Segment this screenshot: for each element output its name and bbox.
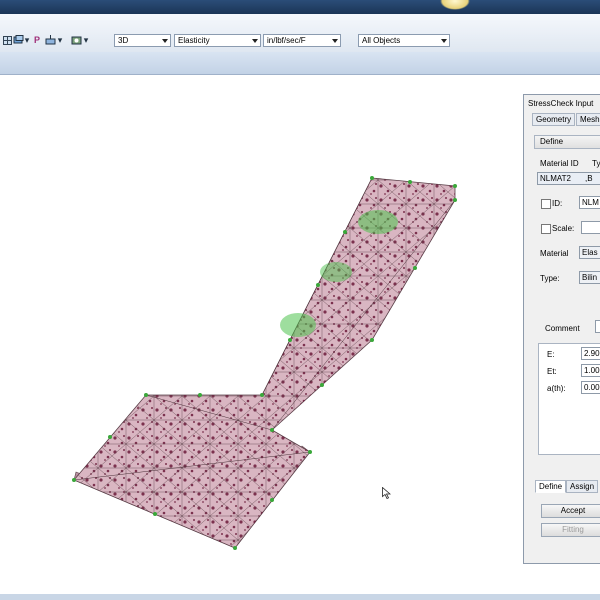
- type-label: Type:: [540, 274, 560, 283]
- object-filter-value: All Objects: [362, 36, 401, 45]
- analysis-type-value: Elasticity: [178, 36, 210, 45]
- model-viewport[interactable]: [0, 75, 520, 593]
- id-field[interactable]: NLM: [579, 196, 600, 209]
- chevron-down-icon[interactable]: ▾: [83, 34, 89, 46]
- tab-geometry[interactable]: Geometry: [532, 113, 576, 126]
- prop-name-e: E:: [547, 350, 555, 359]
- material-id-column-header: Material ID: [540, 159, 579, 168]
- scale-checkbox[interactable]: [541, 224, 551, 234]
- titlebar-decoration: [440, 0, 470, 10]
- layers-icon[interactable]: [12, 34, 24, 46]
- material-id-cell: NLMAT2: [540, 174, 571, 183]
- stress-hotspot: [358, 210, 398, 234]
- mouse-cursor-icon: [382, 486, 392, 501]
- prop-name-et: Et:: [547, 367, 557, 376]
- p-icon[interactable]: P: [33, 34, 41, 46]
- type-select[interactable]: Bilin: [579, 271, 600, 284]
- window-titlebar: [0, 0, 600, 14]
- define-dropdown[interactable]: Define: [534, 135, 600, 149]
- prop-value-ath[interactable]: 0.00: [581, 381, 600, 394]
- material-label: Material: [540, 249, 569, 258]
- fitting-button[interactable]: Fitting: [541, 523, 600, 537]
- comment-label: Comment: [545, 324, 580, 333]
- stress-hotspot: [280, 313, 316, 337]
- chevron-down-icon: [252, 39, 258, 43]
- units-select[interactable]: in/lbf/sec/F: [263, 34, 341, 47]
- units-value: in/lbf/sec/F: [267, 36, 306, 45]
- tab-define[interactable]: Define: [535, 480, 567, 493]
- id-checkbox[interactable]: [541, 199, 551, 209]
- tab-assign[interactable]: Assign: [566, 480, 599, 493]
- secondary-toolbar: [0, 52, 600, 75]
- prop-value-e[interactable]: 2.90: [581, 347, 600, 360]
- material-select[interactable]: Elas: [579, 246, 600, 259]
- main-toolbar: ▾ P ▾ ▾ 3D Elasticity in/lbf/sec/F All O…: [0, 14, 600, 53]
- mesh-model: [72, 176, 457, 550]
- property-table: E: Et: a(th): 2.90 1.00 0.00: [538, 343, 600, 455]
- node-tool-icon[interactable]: [44, 34, 56, 46]
- type-column-header: Ty: [592, 159, 600, 168]
- chevron-down-icon[interactable]: ▾: [24, 34, 30, 46]
- stresscheck-input-panel: StressCheck Input Geometry Mesh Define M…: [523, 94, 600, 564]
- panel-title: StressCheck Input: [528, 99, 594, 108]
- id-label: ID:: [552, 199, 563, 208]
- material-list-row[interactable]: NLMAT2 ,B: [537, 172, 600, 185]
- scale-label: Scale:: [552, 224, 575, 233]
- mesh-tool-icon[interactable]: [70, 34, 82, 46]
- view-mode-value: 3D: [118, 36, 129, 45]
- tab-mesh[interactable]: Mesh: [576, 113, 600, 126]
- prop-value-et[interactable]: 1.00: [581, 364, 600, 377]
- accept-button[interactable]: Accept: [541, 504, 600, 518]
- view-mode-select[interactable]: 3D: [114, 34, 171, 47]
- chevron-down-icon: [441, 39, 447, 43]
- chevron-down-icon: [332, 39, 338, 43]
- scale-field[interactable]: [581, 221, 600, 234]
- prop-name-ath: a(th):: [547, 384, 566, 393]
- object-filter-select[interactable]: All Objects: [358, 34, 450, 47]
- status-bar: [0, 594, 600, 600]
- analysis-type-select[interactable]: Elasticity: [174, 34, 261, 47]
- chevron-down-icon: [162, 39, 168, 43]
- chevron-down-icon[interactable]: ▾: [57, 34, 63, 46]
- comment-field[interactable]: [595, 320, 600, 333]
- grid-icon[interactable]: [2, 34, 12, 46]
- stress-hotspot: [320, 262, 352, 282]
- material-type-cell: ,B: [584, 174, 593, 183]
